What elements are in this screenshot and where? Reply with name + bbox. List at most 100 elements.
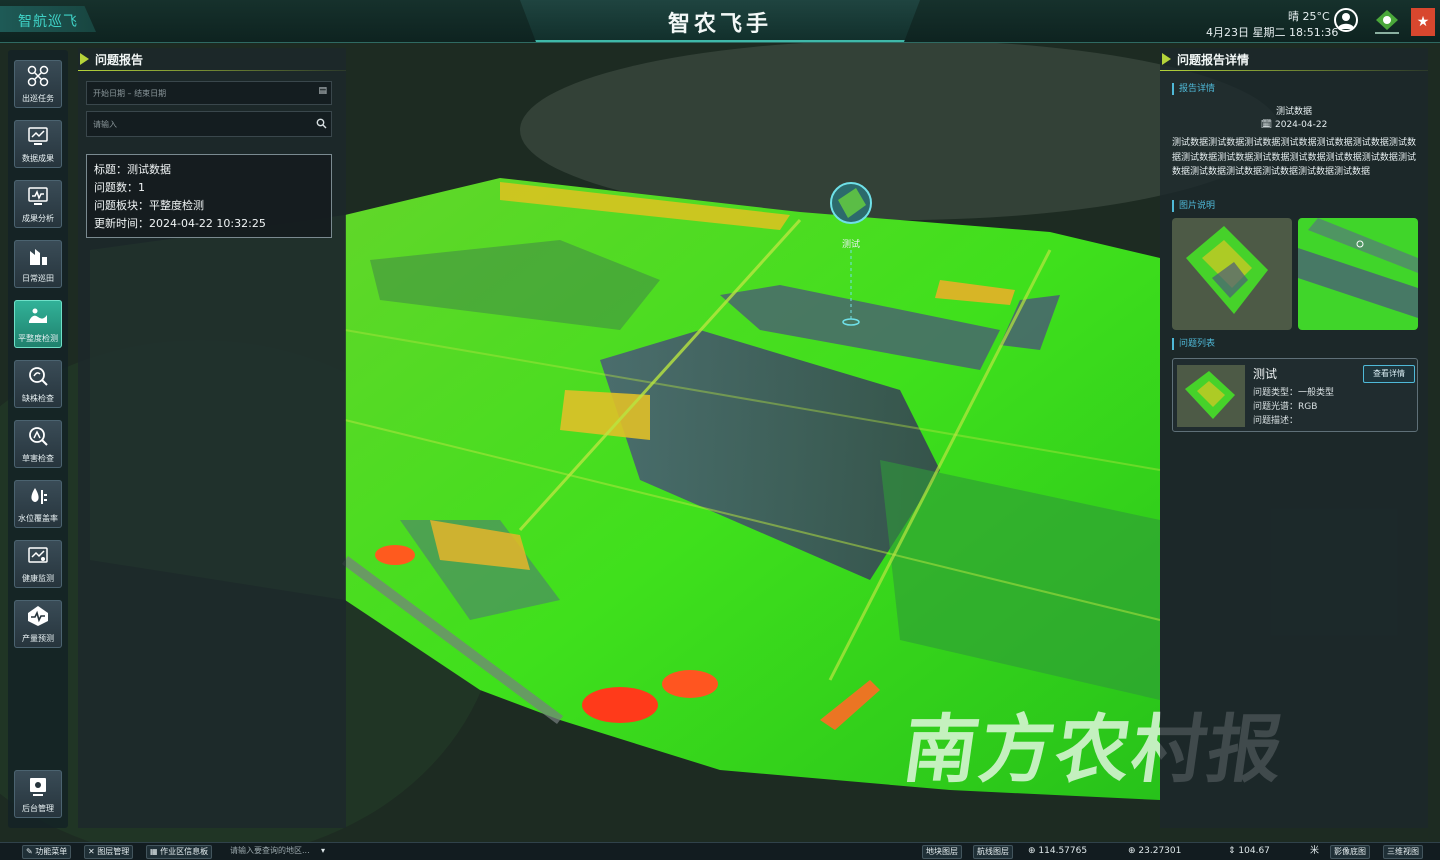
- view-details-button[interactable]: 查看详情: [1363, 365, 1415, 383]
- chart-monitor-icon: [28, 127, 48, 145]
- issue-thumbnail: [1177, 365, 1245, 427]
- zone-info-button[interactable]: ▦ 作业区信息板: [146, 845, 213, 859]
- nav-item-data-results[interactable]: 数据成果: [14, 120, 62, 168]
- report-title-row: 标题：测试数据: [94, 163, 171, 176]
- nav-item-health-monitor[interactable]: 健康监测: [14, 540, 62, 588]
- altitude-unit: 米: [1310, 846, 1320, 856]
- layer-management-button[interactable]: ✕ 图层管理: [84, 845, 134, 859]
- issue-name: 测试: [1253, 367, 1278, 381]
- report-updated-row: 更新时间：2024-04-22 10:32:25: [94, 217, 266, 230]
- calendar-icon[interactable]: ▤: [318, 86, 327, 96]
- panel-title: 问题报告详情: [1177, 53, 1250, 67]
- nav-item-result-analysis[interactable]: 成果分析: [14, 180, 62, 228]
- calendar-icon: 🗓: [1260, 120, 1273, 130]
- report-image-thumbnail[interactable]: [1298, 218, 1418, 330]
- function-menu-button[interactable]: ✎ 功能菜单: [22, 845, 72, 859]
- play-triangle-icon: [1162, 53, 1171, 65]
- altitude-icon: ⇕: [1228, 846, 1236, 856]
- search-input[interactable]: 请输入: [86, 111, 332, 137]
- 3d-view-button[interactable]: 三维视图: [1383, 845, 1423, 859]
- weather-text: 晴 25°C: [1288, 10, 1330, 23]
- report-detail-section-label: 报告详情: [1172, 83, 1215, 95]
- app-title: 智农飞手: [667, 12, 772, 37]
- longitude-value: 114.57765: [1038, 846, 1088, 856]
- brand-name: 智航巡飞: [18, 14, 78, 30]
- image-section-label: 图片说明: [1172, 200, 1215, 212]
- nav-label: 后台管理: [22, 804, 54, 813]
- issue-list-section-label: 问题列表: [1172, 338, 1215, 350]
- nav-label: 成果分析: [22, 214, 54, 223]
- image-basemap-button[interactable]: 影像底图: [1330, 845, 1370, 859]
- nav-label: 产量预测: [22, 634, 54, 643]
- report-card[interactable]: 标题：测试数据 问题数：1 问题板块：平整度检测 更新时间：2024-04-22…: [86, 154, 332, 238]
- nav-label: 健康监测: [22, 574, 54, 583]
- pencil-icon: ✎: [26, 847, 33, 856]
- nav-item-daily-patrol[interactable]: 日常巡田: [14, 240, 62, 288]
- map-pin-label[interactable]: 测试: [842, 237, 860, 250]
- issue-list-item[interactable]: 测试 问题类型：一般类型 问题光谱：RGB 问题描述： 查看详情: [1172, 358, 1418, 432]
- report-date-row: 🗓 2024-04-22: [1160, 120, 1428, 130]
- user-avatar-icon[interactable]: [1334, 8, 1358, 32]
- weed-search-icon: [29, 427, 48, 446]
- location-search-input[interactable]: 请输入要查询的地区...: [230, 845, 310, 857]
- plant-search-icon: [29, 367, 48, 386]
- nav-label: 日常巡田: [22, 274, 54, 283]
- nav-label: 数据成果: [22, 154, 54, 163]
- nav-label: 缺株检查: [22, 394, 54, 403]
- report-image-thumbnail[interactable]: [1172, 218, 1292, 330]
- nav-label: 出巡任务: [22, 94, 54, 103]
- drone-icon: [27, 65, 49, 87]
- nav-label: 水位覆盖率: [18, 514, 58, 523]
- chevron-down-icon[interactable]: ▾: [321, 845, 325, 857]
- latitude-value: 23.27301: [1138, 846, 1182, 856]
- datetime-text: 4月23日 星期二 18:51:36: [1206, 26, 1339, 39]
- nav-item-admin[interactable]: 后台管理: [14, 770, 62, 818]
- problem-report-panel: 问题报告 开始日期 – 结束日期 ▤ 请输入 标题：测试数据 问题数：1 问题板…: [78, 48, 346, 828]
- grid-icon: ▦: [150, 847, 158, 856]
- play-triangle-icon: [80, 53, 89, 65]
- nav-item-water-coverage[interactable]: 水位覆盖率: [14, 480, 62, 528]
- altitude-readout: ⇕ 104.67: [1228, 845, 1270, 857]
- title-box: 智农飞手: [520, 0, 920, 42]
- flatness-icon: [29, 308, 47, 323]
- header-divider: [78, 70, 346, 71]
- badge-logo-icon: ★: [1411, 8, 1435, 36]
- nav-label: 平整度检测: [18, 334, 58, 343]
- zone-info-label: 作业区信息板: [160, 847, 209, 856]
- header-divider: [1160, 70, 1428, 71]
- bottom-bar: ✎ 功能菜单 ✕ 图层管理 ▦ 作业区信息板 请输入要查询的地区... ▾ 地块…: [0, 842, 1440, 860]
- issue-spectrum: 问题光谱：RGB: [1253, 402, 1318, 412]
- plot-layer-button[interactable]: 地块图层: [922, 845, 962, 859]
- layer-management-label: 图层管理: [97, 847, 130, 856]
- nav-item-yield-forecast[interactable]: 产量预测: [14, 600, 62, 648]
- nav-item-flatness-detection[interactable]: 平整度检测: [14, 300, 62, 348]
- globe-icon: ⊕: [1028, 846, 1036, 856]
- health-monitor-icon: [28, 547, 48, 563]
- panel-header: 问题报告: [78, 48, 143, 70]
- route-layer-button[interactable]: 航线图层: [973, 845, 1013, 859]
- search-placeholder: 请输入: [93, 120, 117, 129]
- left-nav: 出巡任务 数据成果 成果分析 日常巡田 平整度检测 缺株检查 草害检查 水位覆盖…: [8, 50, 68, 828]
- function-menu-label: 功能菜单: [35, 847, 68, 856]
- yield-forecast-icon: [28, 606, 48, 626]
- search-icon[interactable]: [316, 118, 327, 132]
- report-detail-panel: 问题报告详情 报告详情 测试数据 🗓 2024-04-22 测试数据测试数据测试…: [1160, 48, 1428, 828]
- altitude-value: 104.67: [1238, 846, 1270, 856]
- nav-item-weed-check[interactable]: 草害检查: [14, 420, 62, 468]
- panel-title: 问题报告: [95, 53, 144, 67]
- analysis-monitor-icon: [28, 187, 48, 205]
- date-range-placeholder: 开始日期 – 结束日期: [93, 89, 167, 98]
- field-patrol-icon: [30, 249, 47, 265]
- report-block-row: 问题板块：平整度检测: [94, 199, 204, 212]
- nav-label: 草害检查: [22, 454, 54, 463]
- top-bar: 智航巡飞 智农飞手 晴 25°C 4月23日 星期二 18:51:36 ★: [0, 0, 1440, 43]
- latitude-readout: ⊕ 23.27301: [1128, 845, 1181, 857]
- report-date: 2024-04-22: [1275, 120, 1328, 130]
- date-range-field[interactable]: 开始日期 – 结束日期 ▤: [86, 81, 332, 105]
- nav-item-patrol-task[interactable]: 出巡任务: [14, 60, 62, 108]
- issue-type: 问题类型：一般类型: [1253, 388, 1335, 398]
- report-count-row: 问题数：1: [94, 181, 145, 194]
- panel-header: 问题报告详情: [1160, 48, 1249, 70]
- nav-item-missing-plant-check[interactable]: 缺株检查: [14, 360, 62, 408]
- longitude-readout: ⊕ 114.57765: [1028, 845, 1087, 857]
